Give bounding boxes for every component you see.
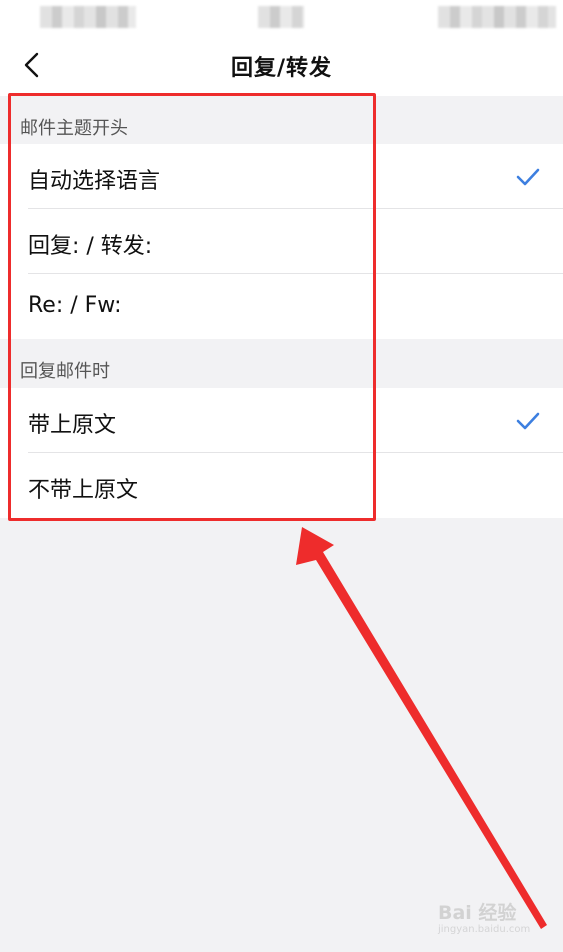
check-icon: [516, 168, 540, 186]
watermark-url: jingyan.baidu.com: [438, 924, 531, 935]
option-label: Re: / Fw:: [28, 293, 122, 318]
section-header-label: 回复邮件时: [20, 361, 110, 382]
subject-prefix-group: 自动选择语言 回复: / 转发: Re: / Fw:: [0, 144, 563, 339]
option-auto-language[interactable]: 自动选择语言: [0, 144, 563, 209]
status-carrier-blurred: [258, 6, 304, 28]
option-english-prefix[interactable]: Re: / Fw:: [0, 274, 563, 339]
section-header-subject-prefix: 邮件主题开头: [0, 96, 563, 144]
status-time-blurred: [40, 6, 136, 28]
watermark-logo: Bai 经验: [438, 902, 517, 924]
option-include-original[interactable]: 带上原文: [0, 388, 563, 453]
option-label: 回复: / 转发:: [28, 234, 153, 259]
option-exclude-original[interactable]: 不带上原文: [0, 453, 563, 518]
section-header-label: 邮件主题开头: [20, 118, 128, 139]
option-chinese-prefix[interactable]: 回复: / 转发:: [0, 209, 563, 274]
option-label: 自动选择语言: [28, 169, 161, 194]
page-title: 回复/转发: [230, 56, 333, 81]
status-bar: [0, 0, 563, 34]
reply-mode-group: 带上原文 不带上原文: [0, 388, 563, 518]
nav-bar: 回复/转发: [0, 34, 563, 96]
watermark: Bai 经验 jingyan.baidu.com: [438, 898, 558, 940]
check-icon: [516, 412, 540, 430]
option-label: 带上原文: [28, 413, 117, 438]
status-icons-blurred: [438, 6, 556, 28]
section-header-reply-mode: 回复邮件时: [0, 339, 563, 387]
option-label: 不带上原文: [28, 478, 139, 503]
